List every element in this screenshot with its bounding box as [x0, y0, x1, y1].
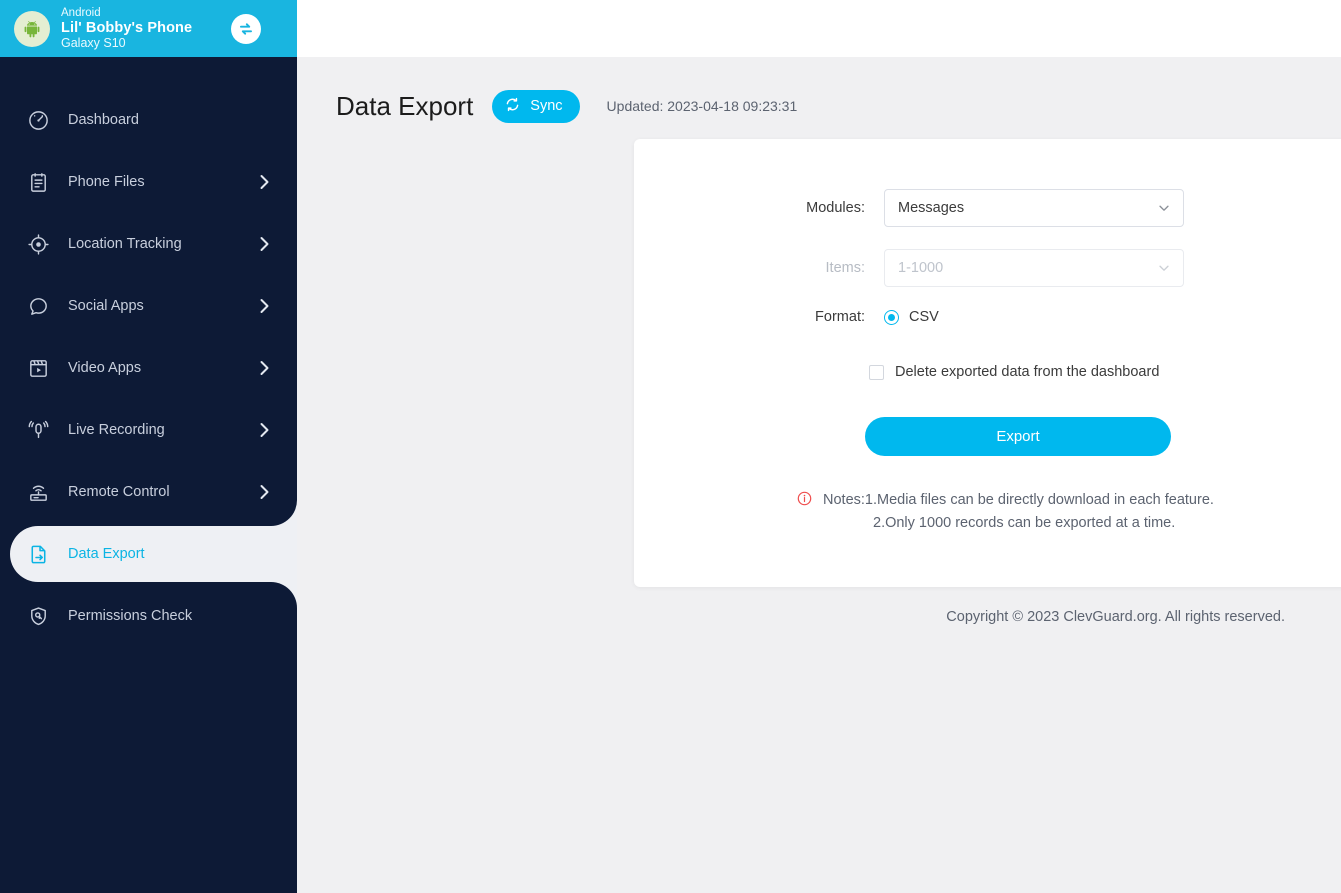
chevron-right-icon [258, 173, 271, 191]
sidebar-item-label: Video Apps [68, 360, 142, 376]
checkbox-unchecked-icon [869, 364, 884, 380]
active-pill-background [10, 526, 297, 582]
device-header: Android Lil' Bobby's Phone Galaxy S10 [0, 0, 297, 57]
page-title: Data Export [336, 91, 474, 121]
items-select-value: 1-1000 [898, 260, 944, 276]
sidebar-item-label: Permissions Check [68, 608, 193, 624]
sidebar-item-label: Social Apps [68, 298, 144, 314]
active-pill-notch-bottom [271, 582, 297, 608]
app-root: Android Lil' Bobby's Phone Galaxy S10 Da… [0, 0, 1341, 893]
sidebar-item-label: Remote Control [68, 484, 170, 500]
sidebar: Android Lil' Bobby's Phone Galaxy S10 Da… [0, 0, 297, 893]
active-pill-notch-top [271, 500, 297, 526]
device-os-label: Android [61, 6, 101, 19]
sidebar-item-social-apps[interactable]: Social Apps [0, 275, 297, 337]
sidebar-item-remote-control[interactable]: Remote Control [0, 461, 297, 523]
sidebar-item-label: Dashboard [68, 112, 139, 128]
file-export-icon [25, 541, 51, 567]
shield-key-icon [25, 603, 51, 629]
clapperboard-play-icon [25, 355, 51, 381]
chevron-right-icon [258, 483, 271, 501]
sidebar-item-label: Phone Files [68, 174, 145, 190]
sidebar-item-location-tracking[interactable]: Location Tracking [0, 213, 297, 275]
refresh-icon [504, 96, 521, 117]
delete-exported-data-checkbox[interactable]: Delete exported data from the dashboard [869, 364, 1159, 380]
notes-block: Notes:1.Media files can be directly down… [797, 489, 1214, 536]
clipboard-icon [25, 169, 51, 195]
items-select[interactable]: 1-1000 [884, 249, 1184, 287]
chevron-down-icon [1157, 201, 1171, 215]
sidebar-item-dashboard[interactable]: Dashboard [0, 89, 297, 151]
sidebar-item-phone-files[interactable]: Phone Files [0, 151, 297, 213]
updated-timestamp: Updated: 2023-04-18 09:23:31 [606, 98, 798, 114]
items-label: Items: [825, 260, 865, 276]
modules-row: Modules: Messages [782, 189, 1184, 227]
format-label: Format: [815, 309, 865, 325]
sidebar-nav: Dashboard Phone Files Location Tracking … [0, 57, 297, 647]
export-card: Modules: Messages Items: 1-1000 Format: … [634, 139, 1341, 587]
switch-device-icon[interactable] [231, 13, 261, 44]
format-row: Format: CSV [782, 309, 939, 325]
target-location-icon [25, 231, 51, 257]
sidebar-item-label: Live Recording [68, 422, 165, 438]
chevron-right-icon [258, 359, 271, 377]
device-name-label: Lil' Bobby's Phone [61, 19, 193, 36]
notes-line-2: 2.Only 1000 records can be exported at a… [873, 515, 1176, 532]
page-header: Data Export Sync Updated: 2023-04-18 09:… [297, 57, 1341, 129]
chevron-right-icon [258, 421, 271, 439]
delete-exported-data-label: Delete exported data from the dashboard [895, 364, 1160, 380]
radio-selected-icon [884, 309, 899, 325]
sidebar-item-video-apps[interactable]: Video Apps [0, 337, 297, 399]
chevron-right-icon [258, 297, 271, 315]
modules-select[interactable]: Messages [884, 189, 1184, 227]
sidebar-item-data-export[interactable]: Data Export [0, 500, 297, 608]
top-bar [297, 0, 1341, 57]
format-csv-label: CSV [909, 309, 939, 325]
items-row: Items: 1-1000 [782, 249, 1184, 287]
sidebar-item-live-recording[interactable]: Live Recording [0, 399, 297, 461]
device-info: Android Lil' Bobby's Phone Galaxy S10 [61, 7, 231, 50]
sync-button-label: Sync [530, 98, 563, 114]
format-csv-radio[interactable]: CSV [884, 309, 939, 325]
copyright-text: Copyright © 2023 ClevGuard.org. All righ… [946, 609, 1285, 625]
sidebar-item-label: Location Tracking [68, 236, 182, 252]
export-button[interactable]: Export [865, 417, 1171, 456]
notes-line-1: Notes:1.Media files can be directly down… [823, 492, 1214, 508]
chat-bubble-icon [25, 293, 51, 319]
modules-select-value: Messages [898, 200, 965, 216]
android-robot-icon [14, 10, 50, 47]
sidebar-item-permissions-check[interactable]: Permissions Check [0, 585, 297, 647]
microphone-waves-icon [25, 417, 51, 443]
router-signal-icon [25, 479, 51, 505]
main-content: Data Export Sync Updated: 2023-04-18 09:… [297, 0, 1341, 893]
chevron-down-icon [1157, 261, 1171, 275]
sidebar-item-label: Data Export [68, 546, 145, 562]
chevron-right-icon [258, 235, 271, 253]
dashboard-gauge-icon [25, 107, 51, 133]
sync-button[interactable]: Sync [492, 89, 580, 123]
device-model-label: Galaxy S10 [61, 36, 126, 51]
modules-label: Modules: [806, 200, 865, 216]
notes-text: Notes:1.Media files can be directly down… [823, 489, 1214, 536]
info-circle-icon [797, 491, 812, 511]
